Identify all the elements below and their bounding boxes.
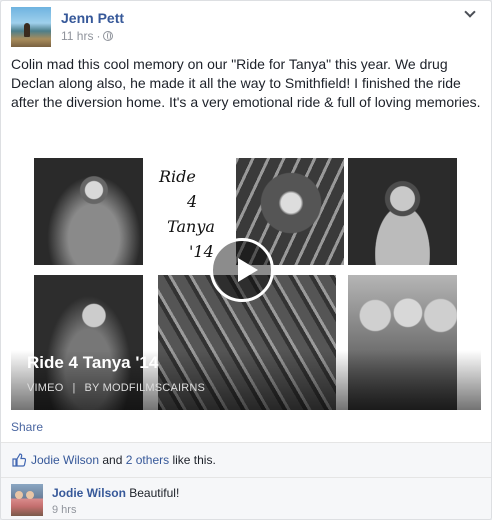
video-thumbnail-photo — [348, 158, 457, 265]
post-card: Jenn Pett 11 hrs · Colin mad this cool m… — [0, 0, 492, 520]
video-source-name: VIMEO — [27, 382, 64, 394]
likes-and: and — [102, 453, 123, 467]
art-line: Tanya — [167, 217, 215, 236]
commenter-avatar[interactable] — [11, 484, 43, 516]
video-source: VIMEO | BY MODFILMSCAIRNS — [27, 382, 205, 394]
comment-body: Jodie Wilson Beautiful! — [52, 486, 179, 500]
video-title[interactable]: Ride 4 Tanya '14 — [27, 353, 158, 373]
comment: Jodie Wilson Beautiful! 9 hrs — [1, 478, 491, 519]
video-thumbnail-photo — [34, 158, 143, 265]
likes-row: Jodie Wilson and 2 others like this. — [1, 443, 491, 477]
comment-time[interactable]: 9 hrs — [52, 504, 76, 516]
comment-text: Beautiful! — [129, 486, 180, 500]
play-icon[interactable] — [210, 238, 274, 302]
art-line: Ride — [159, 167, 196, 186]
likes-summary: Jodie Wilson and 2 others like this. — [31, 453, 216, 467]
likes-suffix: like this. — [172, 453, 216, 467]
chevron-down-icon[interactable] — [463, 7, 477, 19]
likes-others-link[interactable]: 2 others — [126, 453, 169, 467]
art-line: 4 — [187, 192, 198, 211]
thumbs-up-icon — [12, 453, 26, 467]
video-attachment[interactable]: Ride 4 Tanya '14 Ride 4 Tanya '14 VIMEO |… — [11, 154, 481, 410]
commenter-name[interactable]: Jodie Wilson — [52, 486, 126, 500]
video-uploader[interactable]: BY MODFILMSCAIRNS — [85, 382, 206, 394]
author-avatar[interactable] — [11, 7, 51, 47]
post-header: Jenn Pett 11 hrs · — [11, 7, 481, 47]
author-name[interactable]: Jenn Pett — [61, 10, 124, 26]
post-meta: 11 hrs · — [61, 29, 114, 43]
liker-name[interactable]: Jodie Wilson — [31, 453, 99, 467]
globe-icon[interactable] — [103, 31, 114, 41]
post-text: Colin mad this cool memory on our "Ride … — [11, 56, 481, 110]
meta-separator: · — [96, 29, 101, 43]
share-link[interactable]: Share — [11, 420, 43, 434]
source-separator: | — [72, 382, 76, 394]
post-timestamp[interactable]: 11 hrs — [61, 29, 93, 43]
